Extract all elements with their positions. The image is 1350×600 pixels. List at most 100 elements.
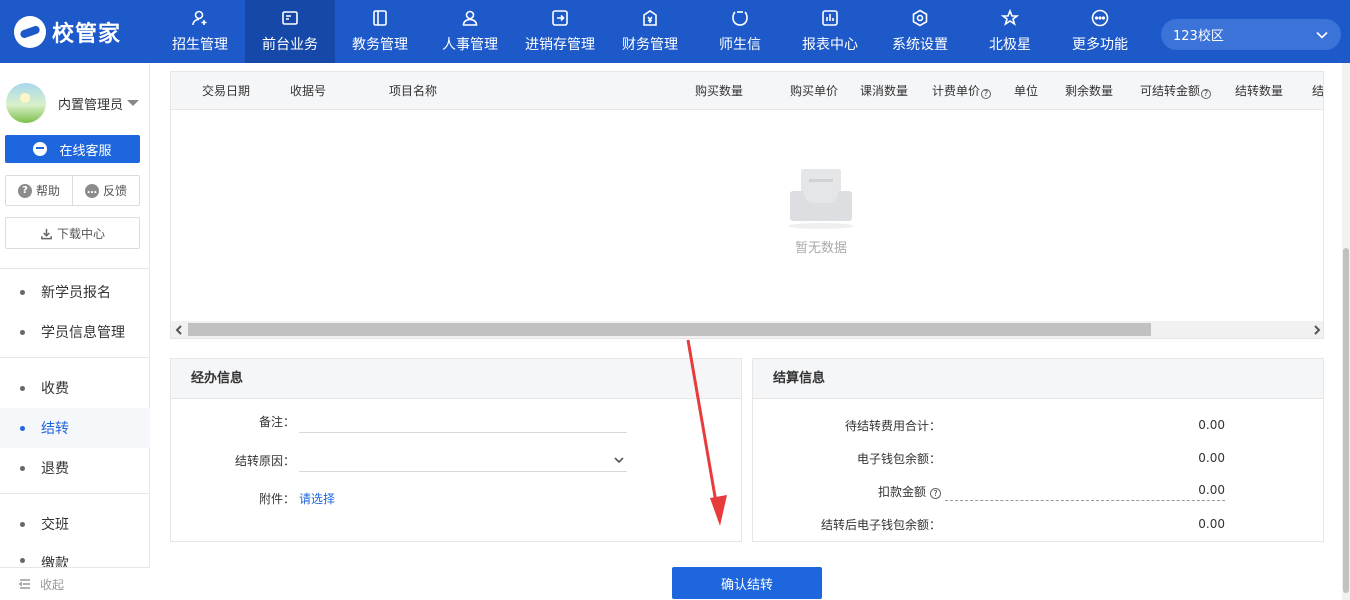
user-name: 内置管理员 <box>58 97 124 113</box>
download-icon <box>41 228 52 239</box>
question-icon[interactable]: ? <box>930 487 941 499</box>
main-nav: 招生管理 前台业务 教务管理 人事管理 进销存管理 财务管理 师生信 报表中心 <box>155 0 1145 63</box>
finance-icon <box>640 8 660 28</box>
user-menu[interactable]: 内置管理员 <box>6 83 140 123</box>
nav-item-polaris[interactable]: 北极星 <box>965 0 1055 63</box>
download-center-button[interactable]: 下载中心 <box>5 217 140 249</box>
nav-item-report[interactable]: 报表中心 <box>785 0 875 63</box>
sidebar-item-refund[interactable]: 退费 <box>0 448 150 488</box>
app-logo[interactable]: 校管家 <box>14 16 121 48</box>
chevron-right-icon[interactable] <box>1312 324 1322 335</box>
nav-item-finance[interactable]: 财务管理 <box>605 0 695 63</box>
nav-label: 人事管理 <box>442 37 498 53</box>
sidebar-item-label: 缴款 <box>41 556 69 567</box>
campus-selector[interactable]: 123校区 <box>1161 19 1341 50</box>
person-icon <box>460 8 480 28</box>
scrollbar-thumb[interactable] <box>1343 248 1349 593</box>
chevron-left-icon[interactable] <box>174 324 184 335</box>
deduction-row: 扣款金额? 0.00 <box>753 479 1323 503</box>
settlement-label: 结转后电子钱包余额： <box>820 517 941 532</box>
menu-divider <box>0 493 150 494</box>
caret-down-icon <box>127 100 140 106</box>
remark-input[interactable] <box>299 409 627 433</box>
collapse-label: 收起 <box>40 577 65 592</box>
nav-label: 报表中心 <box>802 37 858 53</box>
nav-item-settings[interactable]: 系统设置 <box>875 0 965 63</box>
help-button[interactable]: ? 帮助 <box>6 176 72 205</box>
nav-label: 师生信 <box>719 37 761 53</box>
nav-label: 招生管理 <box>172 37 228 53</box>
nav-item-hr[interactable]: 人事管理 <box>425 0 515 63</box>
question-icon[interactable]: ? <box>1201 89 1212 99</box>
nav-item-message[interactable]: 师生信 <box>695 0 785 63</box>
campus-name: 123校区 <box>1173 29 1224 44</box>
nav-item-inventory[interactable]: 进销存管理 <box>515 0 605 63</box>
sidebar-item-handover[interactable]: 交班 <box>0 504 150 544</box>
nav-label: 教务管理 <box>352 37 408 53</box>
nav-item-more[interactable]: 更多功能 <box>1055 0 1145 63</box>
settlement-label: 电子钱包余额： <box>856 451 941 466</box>
sidebar-item-label: 学员信息管理 <box>41 325 125 341</box>
bullet-icon <box>20 329 25 335</box>
nav-label: 进销存管理 <box>525 37 595 53</box>
feedback-icon: … <box>84 183 99 198</box>
horizontal-scrollbar[interactable] <box>171 321 1323 338</box>
settings-icon <box>910 8 930 28</box>
collapse-icon <box>18 579 30 589</box>
sidebar-item-label: 退费 <box>41 461 69 477</box>
panel-title: 结算信息 <box>753 359 1323 399</box>
sidebar-item-charge[interactable]: 收费 <box>0 368 150 408</box>
scrollbar-thumb[interactable] <box>188 323 1151 336</box>
remark-row: 备注： <box>171 407 741 435</box>
sidebar: 内置管理员 在线客服 ? 帮助 … 反馈 下载中心 新学员报名 学员信息管理 收… <box>0 63 150 600</box>
column-header: 购买数量 <box>695 84 744 98</box>
column-header: 剩余数量 <box>1065 84 1114 98</box>
book-icon <box>370 8 390 28</box>
user-add-icon <box>190 8 210 28</box>
online-service-button[interactable]: 在线客服 <box>5 135 140 163</box>
question-icon[interactable]: ? <box>981 89 992 99</box>
avatar <box>6 83 46 123</box>
transfer-items-table: 交易日期 收据号 项目名称 购买数量 购买单价 课消数量 计费单价? 单位 剩余… <box>170 71 1324 339</box>
column-header: 计费单价 <box>932 84 981 98</box>
nav-item-front-desk[interactable]: 前台业务 <box>245 0 335 63</box>
reason-select[interactable] <box>299 448 627 472</box>
attachment-row: 附件： 请选择 <box>171 484 741 512</box>
sidebar-item-payment[interactable]: 缴款 <box>0 543 150 567</box>
remark-label: 备注： <box>258 414 295 429</box>
deduction-amount-input[interactable]: 0.00 <box>945 481 1225 501</box>
nav-item-recruit[interactable]: 招生管理 <box>155 0 245 63</box>
deduction-label-group: 扣款金额? <box>753 483 941 500</box>
settlement-info-panel: 结算信息 待结转费用合计： 0.00 电子钱包余额： 0.00 扣款金额? 0.… <box>752 358 1324 542</box>
settlement-label: 扣款金额 <box>877 484 926 499</box>
nav-item-academic[interactable]: 教务管理 <box>335 0 425 63</box>
settlement-value: 0.00 <box>1198 418 1225 432</box>
column-header: 购买单价 <box>790 84 839 98</box>
collapse-sidebar-button[interactable]: 收起 <box>0 567 150 600</box>
sidebar-item-label: 新学员报名 <box>41 285 111 301</box>
sidebar-item-transfer[interactable]: 结转 <box>0 408 150 448</box>
empty-inbox-icon <box>788 167 854 229</box>
message-icon <box>730 8 750 28</box>
chevron-down-icon <box>614 457 624 464</box>
settlement-row: 结转后电子钱包余额： 0.00 <box>753 512 1323 536</box>
sidebar-item-new-enrollment[interactable]: 新学员报名 <box>0 272 150 312</box>
logo-mark-icon <box>14 16 46 48</box>
attachment-select-link[interactable]: 请选择 <box>299 490 335 507</box>
desk-icon <box>280 8 300 28</box>
confirm-transfer-button[interactable]: 确认结转 <box>672 567 822 599</box>
feedback-button[interactable]: … 反馈 <box>72 176 139 205</box>
reason-label: 结转原因： <box>234 453 295 468</box>
menu-divider <box>0 268 150 269</box>
column-header: 课消数量 <box>860 84 909 98</box>
sidebar-item-student-info[interactable]: 学员信息管理 <box>0 312 150 352</box>
feedback-label: 反馈 <box>102 184 127 198</box>
question-icon: ? <box>17 183 32 198</box>
attachment-label: 附件： <box>258 491 295 506</box>
nav-label: 财务管理 <box>622 37 678 53</box>
vertical-scrollbar[interactable] <box>1342 63 1350 600</box>
star-icon <box>1000 8 1020 28</box>
bullet-icon <box>20 385 25 391</box>
empty-text: 暂无数据 <box>794 241 847 256</box>
sidebar-item-label: 结转 <box>41 421 69 437</box>
